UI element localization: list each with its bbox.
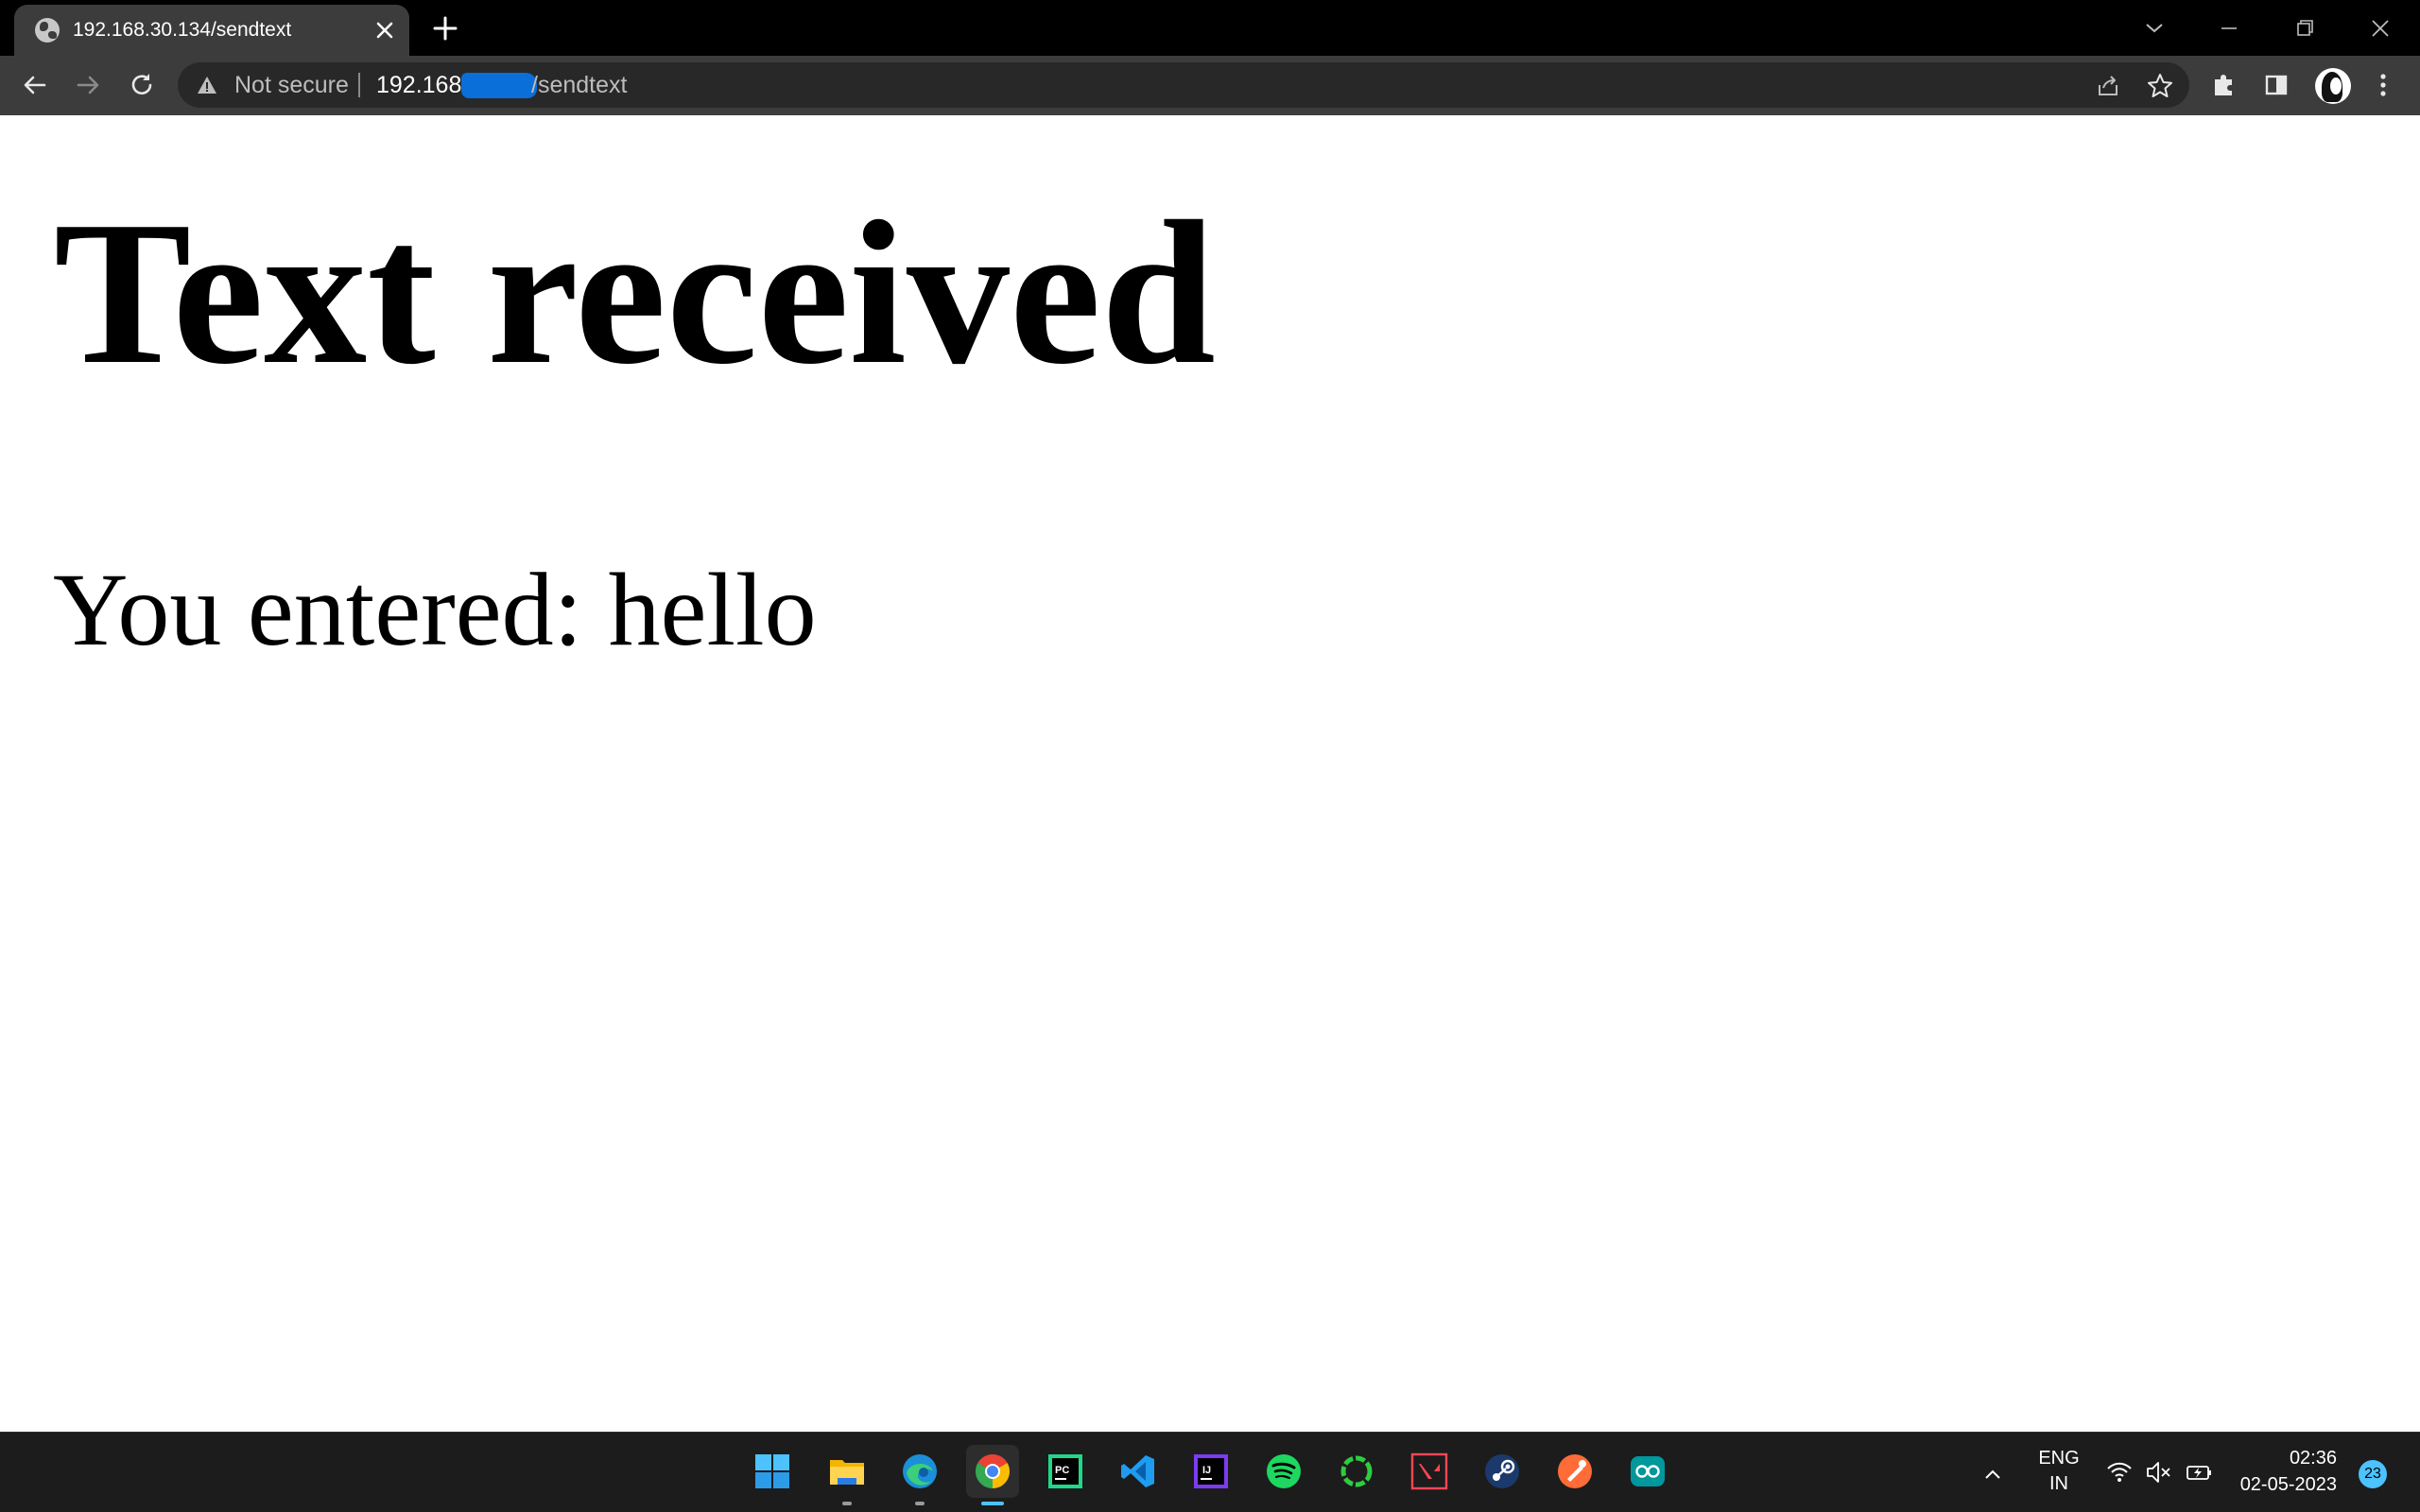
razer-cortex-icon [1340, 1455, 1373, 1487]
taskbar-file-explorer[interactable] [821, 1445, 873, 1505]
reload-icon[interactable] [126, 69, 158, 101]
address-separator [358, 73, 360, 97]
clock-time: 02:36 [2289, 1448, 2337, 1469]
edge-icon [903, 1454, 937, 1488]
forward-arrow-icon[interactable] [72, 69, 104, 101]
side-panel-icon[interactable] [2260, 69, 2292, 101]
entered-text-line: You entered: hello [53, 552, 817, 667]
new-tab-icon[interactable] [430, 13, 460, 43]
active-indicator [981, 1502, 1004, 1505]
restore-icon[interactable] [2286, 9, 2324, 47]
taskbar-postman[interactable] [1548, 1445, 1601, 1498]
window-close-icon[interactable] [2361, 9, 2399, 47]
star-icon[interactable] [2146, 72, 2174, 100]
back-arrow-icon[interactable] [19, 69, 51, 101]
system-clock[interactable]: 02:36 02-05-2023 [2223, 1445, 2337, 1498]
taskbar-arduino[interactable] [1621, 1445, 1674, 1498]
windows-taskbar: PC IJ ENG IN 02:36 02-05-2023 23 [0, 1432, 2420, 1512]
tab-search-chevron-icon[interactable] [2135, 9, 2173, 47]
valorant-icon [1410, 1452, 1448, 1490]
pycharm-icon: PC [1048, 1454, 1082, 1488]
url-path[interactable]: /sendtext [531, 72, 627, 99]
warning-icon[interactable] [197, 75, 217, 95]
svg-text:IJ: IJ [1202, 1465, 1211, 1476]
taskbar-chrome[interactable] [966, 1445, 1019, 1505]
arduino-icon [1631, 1456, 1665, 1486]
windows-logo-icon [755, 1454, 789, 1488]
chrome-icon [975, 1453, 1011, 1488]
intellij-icon: IJ [1194, 1454, 1228, 1488]
page-content: Text received You entered: hello [0, 115, 2420, 1432]
share-icon[interactable] [2094, 72, 2122, 100]
security-label[interactable]: Not secure [234, 72, 349, 99]
taskbar-intellij[interactable]: IJ [1184, 1445, 1237, 1498]
browser-toolbar: Not secure 192.168. /sendtext [0, 56, 2420, 115]
language-code: ENG [2038, 1448, 2080, 1469]
clock-date: 02-05-2023 [2239, 1474, 2337, 1495]
tab-active[interactable]: 192.168.30.134/sendtext [14, 5, 409, 56]
page-heading: Text received [54, 180, 1216, 407]
svg-text:PC: PC [1055, 1465, 1069, 1476]
globe-icon [35, 18, 60, 43]
address-bar[interactable]: Not secure 192.168. /sendtext [178, 62, 2189, 108]
taskbar-spotify[interactable] [1257, 1445, 1310, 1498]
folder-icon [830, 1460, 864, 1485]
taskbar-razer-cortex[interactable] [1330, 1445, 1383, 1498]
taskbar-vscode[interactable] [1112, 1445, 1165, 1498]
kebab-menu-icon[interactable] [2367, 69, 2399, 101]
region-code: IN [2049, 1473, 2068, 1494]
wifi-icon[interactable] [2105, 1458, 2134, 1486]
taskbar-steam[interactable] [1476, 1445, 1529, 1498]
tab-close-icon[interactable] [372, 17, 398, 43]
tab-title: 192.168.30.134/sendtext [73, 19, 292, 41]
battery-charging-icon[interactable] [2185, 1458, 2213, 1486]
spotify-icon [1267, 1454, 1301, 1488]
running-indicator [915, 1502, 925, 1505]
puzzle-icon[interactable] [2208, 69, 2240, 101]
steam-icon [1485, 1454, 1519, 1488]
taskbar-pycharm[interactable]: PC [1039, 1445, 1092, 1498]
url-host[interactable]: 192.168. [376, 72, 468, 99]
speaker-muted-icon[interactable] [2144, 1458, 2172, 1486]
start-button[interactable] [746, 1445, 799, 1498]
notification-badge[interactable]: 23 [2359, 1460, 2387, 1488]
profile-avatar[interactable] [2315, 68, 2351, 104]
minimize-icon[interactable] [2210, 9, 2248, 47]
tray-overflow-chevron-icon[interactable] [1979, 1461, 2006, 1487]
browser-tab-strip: 192.168.30.134/sendtext [0, 0, 2420, 56]
taskbar-edge[interactable] [893, 1445, 946, 1505]
language-indicator[interactable]: ENG IN [2032, 1446, 2085, 1497]
redaction-mark [461, 73, 537, 98]
vscode-icon [1121, 1455, 1154, 1487]
taskbar-valorant[interactable] [1403, 1445, 1456, 1498]
running-indicator [842, 1502, 852, 1505]
postman-icon [1558, 1454, 1592, 1488]
